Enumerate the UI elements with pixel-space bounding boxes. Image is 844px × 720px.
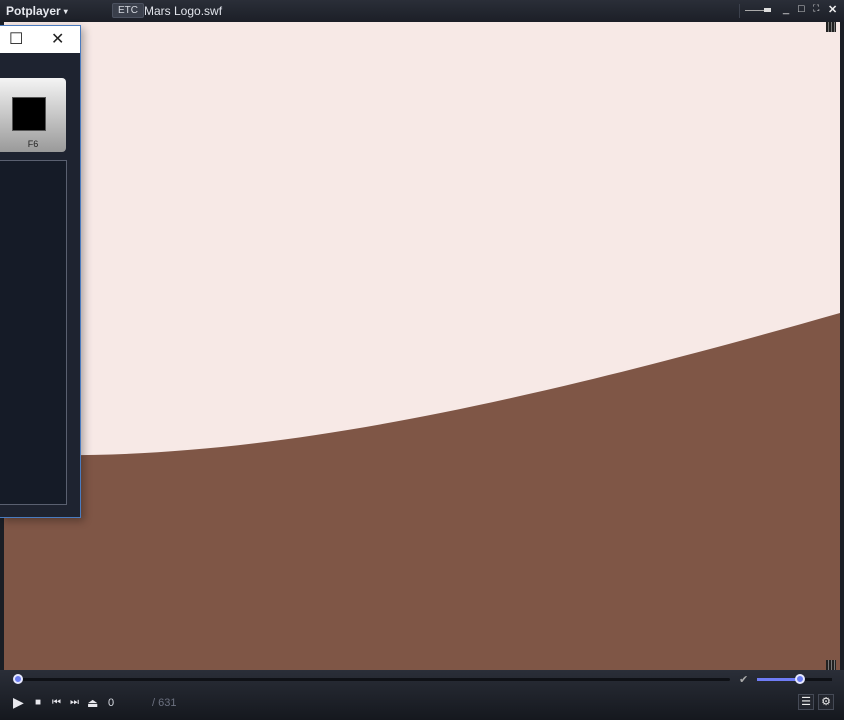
seek-bar[interactable]	[14, 678, 730, 681]
close-icon[interactable]: ✕	[51, 29, 64, 49]
total-frames: / 631	[152, 697, 177, 709]
playlist-button[interactable]: ☰	[798, 694, 814, 710]
divider	[739, 4, 740, 18]
resize-grip[interactable]	[826, 660, 836, 670]
mars-ground-shape	[4, 313, 840, 670]
floating-dialog: ☐ ✕ F6	[0, 25, 81, 518]
play-button[interactable]: ▶	[13, 694, 24, 711]
caret-down-icon: ▾	[63, 7, 68, 17]
title-bar: Potplayer ▾ ETC Mars Logo.swf _ □ ⛶ ✕	[0, 0, 844, 22]
potplayer-menu-button[interactable]: Potplayer ▾	[6, 4, 68, 18]
f6-button[interactable]: F6	[0, 78, 66, 152]
previous-button[interactable]: ⏮	[52, 697, 61, 708]
control-bar: ✔ ▶ ■ ⏮ ⏭ ⏏ 0 / 631 ☰ ⚙	[0, 670, 844, 720]
close-button[interactable]: ✕	[828, 3, 837, 16]
dialog-header: ☐ ✕	[0, 26, 80, 53]
video-area[interactable]	[4, 22, 840, 670]
maximize-icon[interactable]: ☐	[9, 29, 23, 49]
seek-knob[interactable]	[13, 674, 23, 684]
mute-icon[interactable]: ✔	[739, 673, 748, 686]
maximize-button[interactable]: □	[798, 3, 805, 15]
settings-button[interactable]: ⚙	[818, 694, 834, 710]
app-name: Potplayer	[6, 4, 61, 18]
volume-fill	[757, 678, 800, 681]
black-square-icon	[12, 97, 46, 131]
eject-button[interactable]: ⏏	[87, 696, 98, 710]
fullscreen-button[interactable]: ⛶	[813, 3, 819, 14]
next-button[interactable]: ⏭	[70, 697, 79, 708]
current-frame: 0	[108, 697, 115, 709]
etc-badge[interactable]: ETC	[112, 3, 144, 18]
dialog-list-panel[interactable]	[0, 160, 67, 505]
mars-logo-frame	[4, 313, 840, 670]
file-title: Mars Logo.swf	[144, 4, 223, 18]
stop-button[interactable]: ■	[35, 697, 41, 708]
resize-grip[interactable]	[826, 22, 836, 32]
opacity-slider[interactable]	[745, 8, 771, 12]
volume-knob[interactable]	[794, 674, 805, 684]
minimize-button[interactable]: _	[783, 3, 789, 15]
f6-label: F6	[27, 139, 39, 149]
